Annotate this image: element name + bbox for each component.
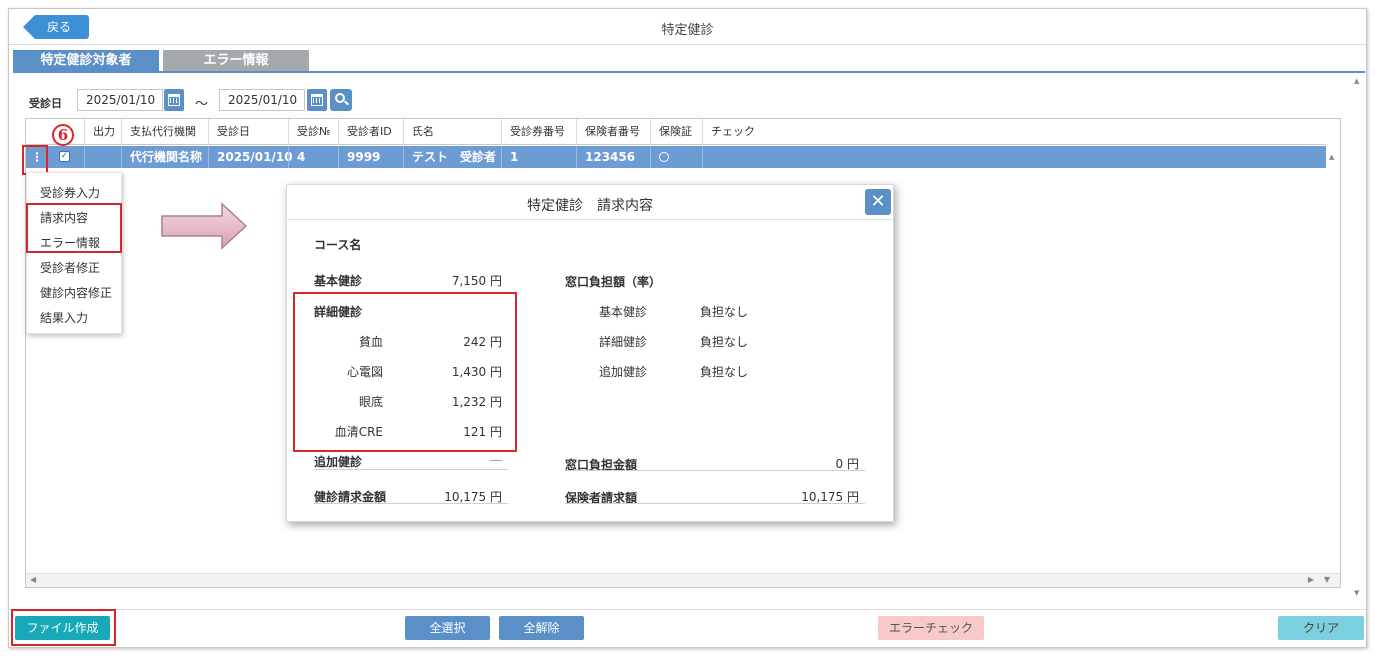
column-patient-id[interactable]: 受診者ID	[338, 119, 403, 145]
scroll-right-icon[interactable]: ▶	[1308, 575, 1314, 584]
window-rate-name: 基本健診	[599, 305, 648, 319]
close-icon[interactable]: ✕	[865, 189, 891, 215]
cell-insurance-card	[650, 146, 702, 168]
clear-button[interactable]: クリア	[1278, 616, 1364, 640]
scroll-down-icon[interactable]: ▼	[1354, 589, 1359, 597]
search-button[interactable]	[330, 89, 352, 111]
error-check-button[interactable]: エラーチェック	[878, 616, 984, 640]
table-row[interactable]: ⋮ ✓ 代行機関名称 2025/01/10 4 9999 テスト 受診者 1 1…	[26, 146, 1326, 168]
column-ticket-number[interactable]: 受診券番号	[501, 119, 576, 145]
cell-output	[84, 146, 121, 168]
dialog-title: 特定健診 請求内容	[527, 198, 653, 214]
column-insurer-number[interactable]: 保険者番号	[576, 119, 650, 145]
cell-patient-id: 9999	[338, 146, 403, 168]
scroll-left-icon[interactable]: ◀	[30, 575, 36, 584]
table-horizontal-scrollbar[interactable]: ◀ ▶ ▼	[26, 573, 1340, 587]
circle-mark-icon	[659, 152, 669, 162]
page-title: 特定健診	[661, 23, 714, 38]
window-rate-value: 負担なし	[700, 365, 749, 379]
additional-checkup-label: 追加健診	[314, 455, 363, 469]
menu-item-ticket-input[interactable]: 受診券入力	[40, 184, 100, 201]
menu-item-edit-patient[interactable]: 受診者修正	[40, 259, 100, 276]
deselect-all-button[interactable]: 全解除	[499, 616, 584, 640]
highlight-detail-checkup	[293, 292, 517, 452]
dialog-divider	[287, 219, 893, 220]
date-from-input[interactable]: 2025/01/10	[77, 89, 163, 111]
tab-error-info[interactable]: エラー情報	[163, 50, 309, 72]
highlight-row-menu	[22, 145, 48, 175]
highlight-menu-items	[26, 203, 122, 253]
course-name-label: コース名	[314, 238, 362, 252]
cell-agency: 代行機関名称	[121, 146, 208, 168]
date-from-calendar-button[interactable]	[164, 89, 184, 111]
header: 戻る 特定健診	[9, 9, 1366, 45]
window-rate-name: 追加健診	[599, 365, 648, 379]
additional-checkup-amount: ―	[490, 453, 502, 467]
menu-item-result-input[interactable]: 結果入力	[40, 309, 88, 326]
tab-underline	[13, 71, 1365, 73]
basic-checkup-amount: 7,150 円	[451, 274, 502, 288]
row-context-menu: 受診券入力 請求内容 エラー情報 受診者修正 健診内容修正 結果入力	[26, 172, 122, 334]
column-visit-number[interactable]: 受診№	[288, 119, 338, 145]
highlight-create-file	[11, 609, 116, 646]
column-insurance-card[interactable]: 保険証	[650, 119, 702, 145]
footer-divider	[9, 609, 1366, 610]
date-to-calendar-button[interactable]	[307, 89, 327, 111]
cell-ticket-number: 1	[501, 146, 576, 168]
tab-target[interactable]: 特定健診対象者	[13, 50, 159, 72]
row-checkbox[interactable]: ✓	[59, 151, 70, 162]
cell-visit-date: 2025/01/10	[208, 146, 293, 168]
cell-visit-number: 4	[288, 146, 338, 168]
divider	[314, 469, 508, 470]
window-rate-label: 窓口負担額（率）	[565, 275, 662, 289]
column-agency[interactable]: 支払代行機関	[121, 119, 208, 145]
divider	[565, 470, 865, 471]
table-scroll-up-icon[interactable]: ▲	[1329, 153, 1334, 161]
calendar-icon	[168, 94, 180, 106]
menu-item-edit-checkup[interactable]: 健診内容修正	[40, 284, 112, 301]
step-marker: 6	[52, 124, 74, 146]
calendar-icon	[311, 94, 323, 106]
divider	[314, 503, 508, 504]
claim-details-dialog: 特定健診 請求内容 ✕ コース名 基本健診 7,150 円 詳細健診 貧血 24…	[286, 184, 894, 522]
scroll-down-icon[interactable]: ▼	[1324, 575, 1330, 584]
window-rate-value: 負担なし	[700, 335, 749, 349]
basic-checkup-label: 基本健診	[314, 274, 363, 288]
scroll-up-icon[interactable]: ▲	[1354, 77, 1359, 85]
column-check[interactable]: チェック	[702, 119, 1326, 145]
date-to-input[interactable]: 2025/01/10	[219, 89, 305, 111]
cell-name: テスト 受診者	[403, 146, 501, 168]
window-rate-value: 負担なし	[700, 305, 749, 319]
window-rate-name: 詳細健診	[599, 335, 648, 349]
visit-date-label: 受診日	[29, 97, 62, 110]
cell-insurer-number: 123456	[576, 146, 650, 168]
select-all-button[interactable]: 全選択	[405, 616, 490, 640]
pointer-arrow-icon	[161, 202, 248, 250]
cell-check	[702, 146, 1326, 168]
range-separator: ～	[195, 97, 209, 112]
column-visit-date[interactable]: 受診日	[208, 119, 288, 145]
page-scrollbar[interactable]: ▲ ▼	[1351, 77, 1365, 597]
divider	[565, 503, 865, 504]
table-header: 出力 支払代行機関 受診日 受診№ 受診者ID 氏名 受診券番号 保険者番号 保…	[26, 119, 1326, 145]
column-output[interactable]: 出力	[84, 119, 121, 145]
column-name[interactable]: 氏名	[403, 119, 501, 145]
